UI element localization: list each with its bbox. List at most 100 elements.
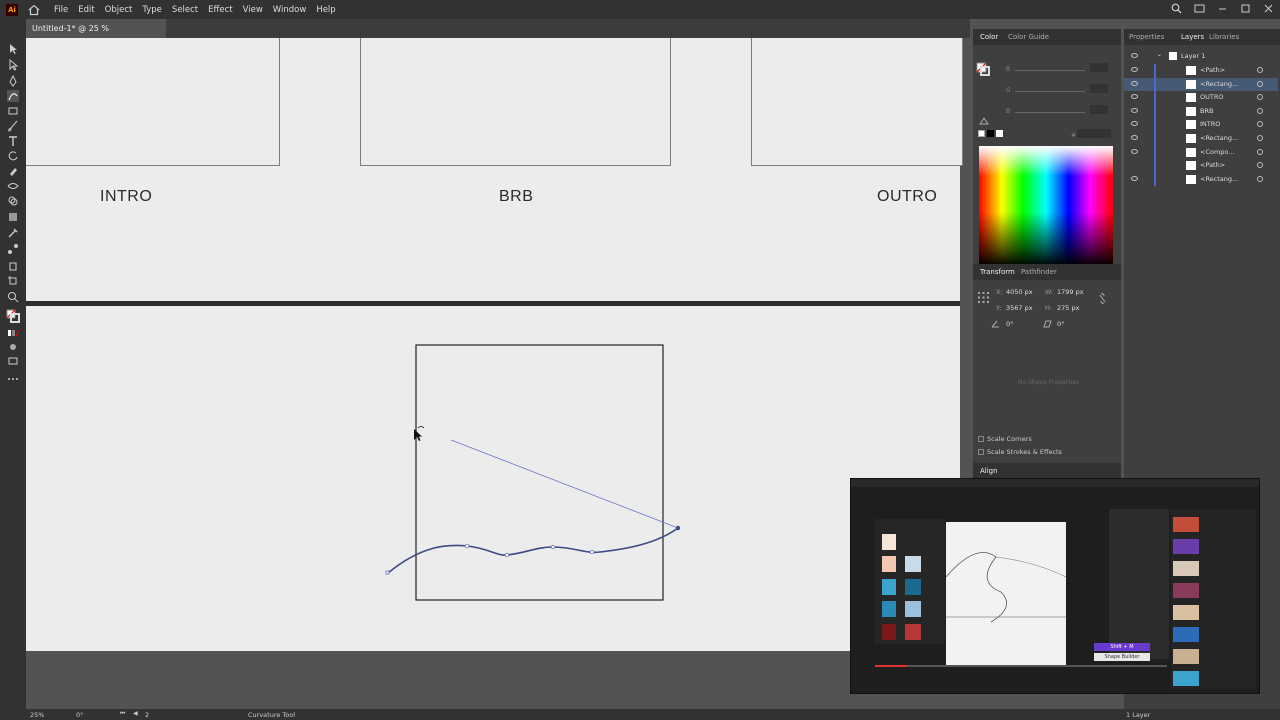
shear-input[interactable]: 0° [1057, 320, 1087, 330]
rotate-input[interactable]: 0° [1006, 320, 1036, 330]
reference-point-icon[interactable] [978, 292, 989, 303]
layer-row[interactable]: OUTRO [1124, 91, 1278, 105]
eyedropper-tool-icon[interactable] [7, 227, 19, 239]
channel-g-input[interactable] [1090, 84, 1108, 93]
visibility-eye-icon[interactable] [1131, 107, 1138, 113]
close-icon[interactable] [1263, 3, 1274, 14]
type-tool-icon[interactable] [7, 135, 19, 147]
tab-align[interactable]: Align [980, 463, 998, 479]
layer-row[interactable]: <Path> [1124, 159, 1278, 173]
white-swatch[interactable] [996, 130, 1003, 137]
menu-select[interactable]: Select [172, 5, 198, 15]
visibility-eye-icon[interactable] [1131, 135, 1138, 140]
x-input[interactable]: 4050 px [1006, 288, 1040, 298]
tab-libraries[interactable]: Libraries [1209, 29, 1239, 45]
visibility-eye-icon[interactable] [1131, 53, 1138, 58]
target-circle-icon[interactable] [1257, 162, 1263, 169]
arrange-documents-icon[interactable] [1194, 3, 1205, 14]
restore-icon[interactable] [1240, 3, 1251, 14]
color-mode-icon[interactable] [7, 327, 19, 339]
channel-b-input[interactable] [1090, 105, 1108, 114]
layer-item-name[interactable]: <Compo... [1200, 148, 1234, 156]
layer-row[interactable]: <Compo... [1124, 145, 1278, 160]
layer-item-name[interactable]: <Rectang... [1200, 80, 1238, 88]
menu-type[interactable]: Type [142, 5, 162, 15]
w-input[interactable]: 1799 px [1057, 288, 1091, 298]
visibility-eye-icon[interactable] [1131, 148, 1138, 154]
visibility-eye-icon[interactable] [1131, 94, 1138, 100]
layer-item-name[interactable]: <Rectang... [1200, 175, 1238, 183]
h-input[interactable]: 275 px [1057, 304, 1091, 314]
home-icon[interactable] [28, 4, 40, 16]
target-circle-icon[interactable] [1257, 175, 1263, 182]
first-artboard-icon[interactable]: ⏮ [120, 710, 125, 718]
zoom-tool-icon[interactable] [7, 291, 19, 303]
rotate-tool-icon[interactable] [7, 150, 19, 162]
channel-r-slider[interactable] [1015, 70, 1085, 71]
scale-strokes-checkbox[interactable] [978, 449, 984, 455]
outro-frame[interactable] [751, 38, 963, 166]
channel-r-input[interactable] [1090, 63, 1108, 72]
visibility-eye-icon[interactable] [1131, 121, 1138, 127]
y-input[interactable]: 3567 px [1006, 304, 1040, 314]
more-tools-icon[interactable] [7, 373, 19, 385]
intro-label[interactable]: INTRO [100, 188, 152, 206]
layer-row-parent[interactable]: ⌄ Layer 1 [1124, 50, 1278, 64]
brb-frame[interactable] [360, 38, 671, 166]
target-circle-icon[interactable] [1257, 148, 1263, 155]
scale-corners-checkbox[interactable] [978, 436, 984, 442]
tab-transform[interactable]: Transform [980, 264, 1015, 280]
channel-b-slider[interactable] [1015, 112, 1085, 113]
fill-stroke-swatch-icon[interactable] [6, 309, 20, 323]
picture-in-picture-video[interactable]: Shift + M Shape Builder [850, 478, 1260, 694]
gradient-tool-icon[interactable] [7, 211, 19, 223]
menu-help[interactable]: Help [316, 5, 335, 15]
zoom-level[interactable]: 25% [30, 711, 44, 719]
pen-tool-icon[interactable] [7, 75, 19, 87]
color-spectrum[interactable] [979, 146, 1113, 266]
hex-input[interactable] [1077, 129, 1111, 138]
none-swatch[interactable] [978, 130, 985, 137]
target-circle-icon[interactable] [1257, 121, 1263, 128]
rectangle-tool-icon[interactable] [7, 105, 19, 117]
layer-item-name[interactable]: OUTRO [1200, 93, 1223, 101]
menu-window[interactable]: Window [273, 5, 307, 15]
layer-row[interactable]: INTRO [1124, 118, 1278, 132]
previous-artboard-icon[interactable]: ◀ [133, 710, 138, 717]
minimize-icon[interactable] [1217, 3, 1228, 14]
artwork-layer[interactable] [26, 306, 960, 651]
target-circle-icon[interactable] [1257, 67, 1263, 73]
tab-layers[interactable]: Layers [1181, 29, 1204, 45]
visibility-eye-icon[interactable] [1131, 80, 1138, 86]
target-circle-icon[interactable] [1257, 135, 1263, 141]
canvas[interactable]: INTRO BRB OUTRO [26, 38, 970, 709]
rotation-level[interactable]: 0° [76, 711, 83, 719]
out-of-gamut-icon[interactable] [979, 117, 989, 125]
expand-chevron-icon[interactable]: ⌄ [1157, 51, 1162, 58]
target-circle-icon[interactable] [1257, 107, 1263, 114]
layer-row[interactable]: BRB [1124, 104, 1278, 119]
document-tab[interactable]: Untitled-1* @ 25 % (RGB/Preview)× [26, 19, 166, 52]
constrain-proportions-icon[interactable] [1098, 293, 1107, 304]
artboard-tool-icon[interactable] [7, 275, 19, 287]
layer-row[interactable]: <Rectang... [1124, 77, 1278, 92]
layer-item-name[interactable]: <Rectang... [1200, 134, 1238, 142]
shape-builder-tool-icon[interactable] [7, 195, 19, 207]
blend-tool-icon[interactable] [7, 243, 19, 255]
menu-view[interactable]: View [243, 5, 263, 15]
tab-properties[interactable]: Properties [1129, 29, 1164, 45]
outro-label[interactable]: OUTRO [877, 188, 937, 206]
curvature-tool-icon[interactable] [7, 90, 19, 102]
tab-color[interactable]: Color [980, 29, 998, 45]
layer-row[interactable]: <Rectang... [1124, 132, 1278, 146]
menu-effect[interactable]: Effect [208, 5, 232, 15]
menu-file[interactable]: File [54, 5, 68, 15]
direct-selection-tool-icon[interactable] [7, 59, 19, 71]
width-tool-icon[interactable] [7, 180, 19, 192]
eraser-tool-icon[interactable] [7, 165, 19, 177]
menu-edit[interactable]: Edit [78, 5, 94, 15]
artboard-bottom[interactable] [26, 306, 960, 651]
layer-item-name[interactable]: <Path> [1200, 161, 1225, 169]
pip-progress-track[interactable] [875, 665, 1167, 667]
menu-object[interactable]: Object [105, 5, 133, 15]
